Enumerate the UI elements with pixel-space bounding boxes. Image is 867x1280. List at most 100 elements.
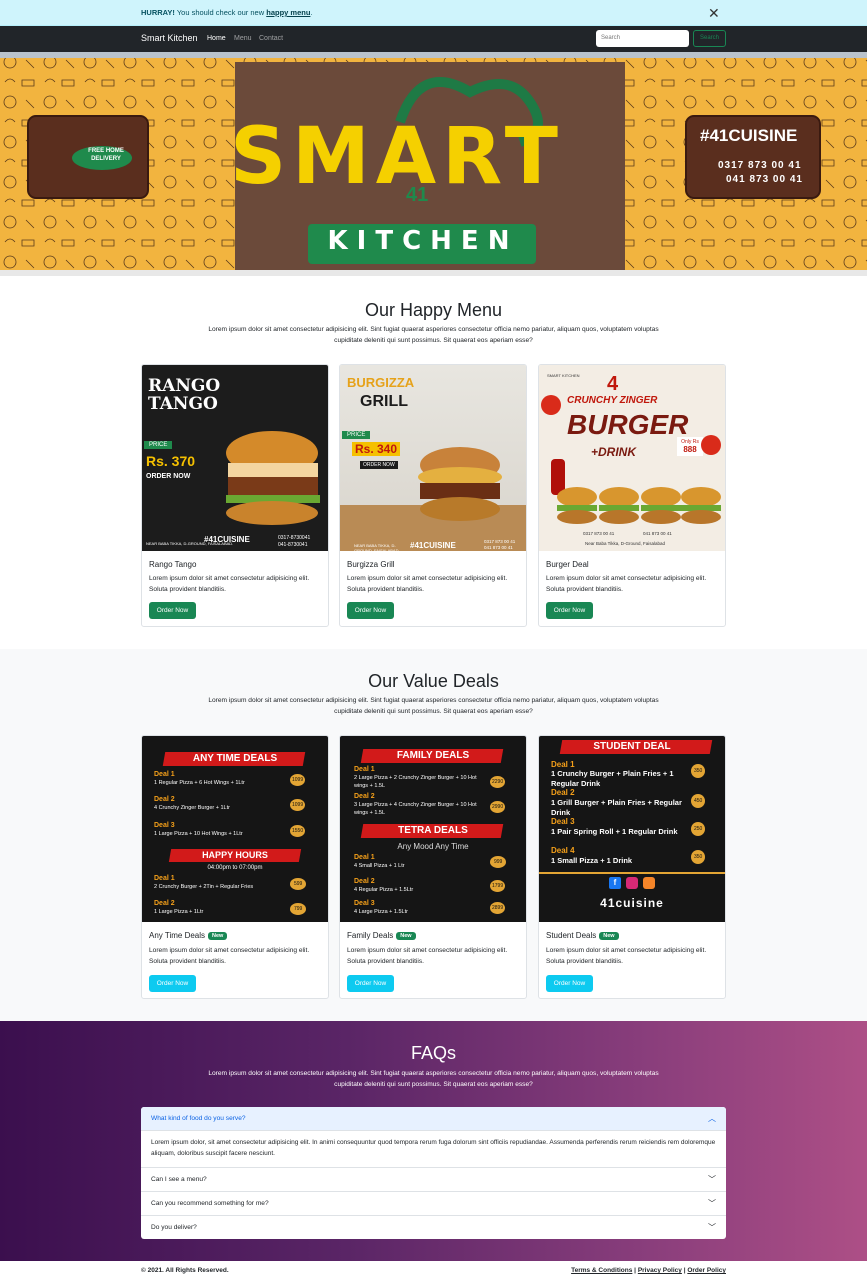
img-address: NEAR BABA TIKKA, D-GROUND, FAISALABAD. [146,541,234,546]
menu-card-burger-deal: SMART KITCHEN 4 CRUNCHY ZINGER BURGER +D… [538,364,726,627]
card-title: Rango Tango [149,560,197,569]
faq-item-4-header[interactable]: Do you deliver? ﹀ [141,1216,726,1239]
img-price-2: 450 [691,794,706,808]
img-price-3: 250 [691,822,706,836]
img-phone-1: 0317-8730041 [278,535,311,541]
facebook-icon[interactable]: f [609,877,621,889]
img-hh-deal-1-text: 2 Crunchy Burger + 2Tin + Regular Fries [154,884,254,890]
faq-item-3-header[interactable]: Can you recommend something for me? ﹀ [141,1192,726,1216]
img-hh-deal-1: Deal 1 [154,875,175,882]
img-deal-3-text: 1 Pair Spring Roll + 1 Regular Drink [551,827,678,836]
order-now-button[interactable]: Order Now [347,602,394,619]
burger-illustration [226,431,320,525]
img-price-4: 350 [691,850,706,864]
hero-number: 41 [406,184,429,206]
terms-link[interactable]: Terms & Conditions [571,1267,632,1274]
img-hh-price-2: 799 [290,903,307,915]
img-price-2: 1099 [290,799,306,811]
img-deal-2-text: 1 Grill Burger + Plain Fries + Regular D… [551,798,682,817]
img-phone-2: 041 873 00 41 [643,531,672,536]
card-title: Burgizza Grill [347,560,395,569]
card-text: Lorem ipsum dolor sit amet consectetur a… [546,575,707,593]
alert-strong: HURRAY! [141,8,175,17]
order-now-button[interactable]: Order Now [546,602,593,619]
card-title-text: Any Time Deals [149,931,206,940]
img-price-2: 2990 [490,801,506,813]
alert-text: You should check our new [174,8,267,17]
faq-question: What kind of food do you serve? [151,1115,246,1122]
img-price-1: 2290 [490,776,506,788]
menu-title: Our Happy Menu [364,300,503,320]
instagram-alt-icon[interactable] [643,877,655,889]
img-deal-2: Deal 2 [354,793,375,800]
img-hh-price-1: 599 [290,878,307,890]
happy-menu-link[interactable]: happy menu [266,8,310,17]
img-address: Near Baba Tikka, D-Ground, Faisalabad [585,541,666,546]
instagram-icon[interactable] [626,877,638,889]
rango-tango-image: RANGO TANGO PRICE Rs. 370 ORDER NOW #41C… [142,365,328,551]
new-badge: New [208,932,228,940]
menu-card-rango-tango: RANGO TANGO PRICE Rs. 370 ORDER NOW #41C… [141,364,329,627]
order-now-button[interactable]: Order Now [149,602,196,619]
img-heading-1: ANY TIME DEALS [192,753,278,764]
privacy-link[interactable]: Privacy Policy [638,1267,682,1274]
deal-card-family: FAMILY DEALS Deal 1 2 Large Pizza + 2 Cr… [339,735,527,999]
order-now-button[interactable]: Order Now [546,975,593,992]
img-deal-1-text: 1 Crunchy Burger + Plain Fries + 1 Regul… [551,769,674,788]
order-now-button[interactable]: Order Now [149,975,196,992]
nav-link-home[interactable]: Home [207,35,226,42]
img-phone-2: 041 873 00 41 [484,545,513,550]
order-policy-link[interactable]: Order Policy [687,1267,726,1274]
img-deal-1-text: 2 Large Pizza + 2 Crunchy Zinger Burger … [354,775,477,789]
img-address: NEAR BABA TIKKA, D-GROUND, FAISALABAD. [354,543,400,553]
img-tetra-price-1: 999 [490,856,507,868]
deals-title: Our Value Deals [368,671,499,691]
img-tetra-deal-1-text: 4 Small Pizza + 1 Ltr [354,863,405,869]
search-input[interactable]: Search [596,30,689,47]
nav-link-contact[interactable]: Contact [259,35,283,42]
card-text: Lorem ipsum dolor sit amet consectetur a… [149,947,310,965]
faq-item-1-header[interactable]: What kind of food do you serve? ︿ [141,1107,726,1131]
card-text: Lorem ipsum dolor sit amet consectetur a… [347,947,508,965]
burgers-illustration [539,395,725,551]
card-title: Student Deals New [546,931,619,940]
hero-phone-2: 041 873 00 41 [726,174,803,185]
img-phone-1: 0317 873 00 41 [484,539,516,544]
img-deal-3: Deal 3 [154,822,175,829]
card-text: Lorem ipsum dolor sit amet consectetur a… [347,575,508,593]
order-now-button[interactable]: Order Now [347,975,394,992]
footer-links: Terms & Conditions | Privacy Policy | Or… [571,1267,726,1274]
burgizza-grill-image: BURGIZZA GRILL PRICE Rs. 340 ORDER NOW #… [340,365,526,553]
faq-item-2-header[interactable]: Can I see a menu? ﹀ [141,1168,726,1192]
img-price-3: 1550 [290,825,306,837]
footer: © 2021. All Rights Reserved. Terms & Con… [0,1261,867,1280]
img-tetra-deal-2: Deal 2 [354,878,375,885]
img-hh-deal-2: Deal 2 [154,900,175,907]
deals-lead: Lorem ipsum dolor sit amet consectetur a… [208,697,659,715]
menu-lead: Lorem ipsum dolor sit amet consectetur a… [208,326,659,344]
card-title: Family Deals New [347,931,416,940]
search-button[interactable]: Search [693,30,726,47]
img-hh-deal-2-text: 1 Large Pizza + 1Ltr [154,909,204,915]
img-tetra-price-3: 2899 [490,902,506,914]
copyright: © 2021. All Rights Reserved. [141,1267,229,1274]
navbar-brand[interactable]: Smart Kitchen [141,33,198,43]
new-badge: New [599,932,619,940]
img-phone-1: 0317 873 00 41 [583,531,615,536]
deal-card-student: STUDENT DEAL Deal 1 1 Crunchy Burger + P… [538,735,726,999]
faq-question: Can I see a menu? [151,1176,207,1183]
img-deal-4: Deal 4 [551,846,575,855]
faq-title: FAQs [410,1043,456,1063]
img-heading-2: TETRA DEALS [398,825,468,836]
card-title-text: Family Deals [347,931,394,940]
close-icon[interactable]: ✕ [708,0,720,26]
family-deals-image: FAMILY DEALS Deal 1 2 Large Pizza + 2 Cr… [340,736,526,922]
hero-title: SMART [230,112,564,202]
card-text: Lorem ipsum dolor sit amet consectetur a… [546,947,707,965]
hero-phone-1: 0317 873 00 41 [718,160,802,171]
hero-banner: SMART KITCHEN 41 FREE HOME DELIVERY #41C… [0,52,867,276]
nav-link-menu[interactable]: Menu [234,35,252,42]
img-deal-1: Deal 1 [551,760,575,769]
img-subheading: Any Mood Any Time [397,842,469,851]
img-phone-2: 041-8730041 [278,542,308,548]
